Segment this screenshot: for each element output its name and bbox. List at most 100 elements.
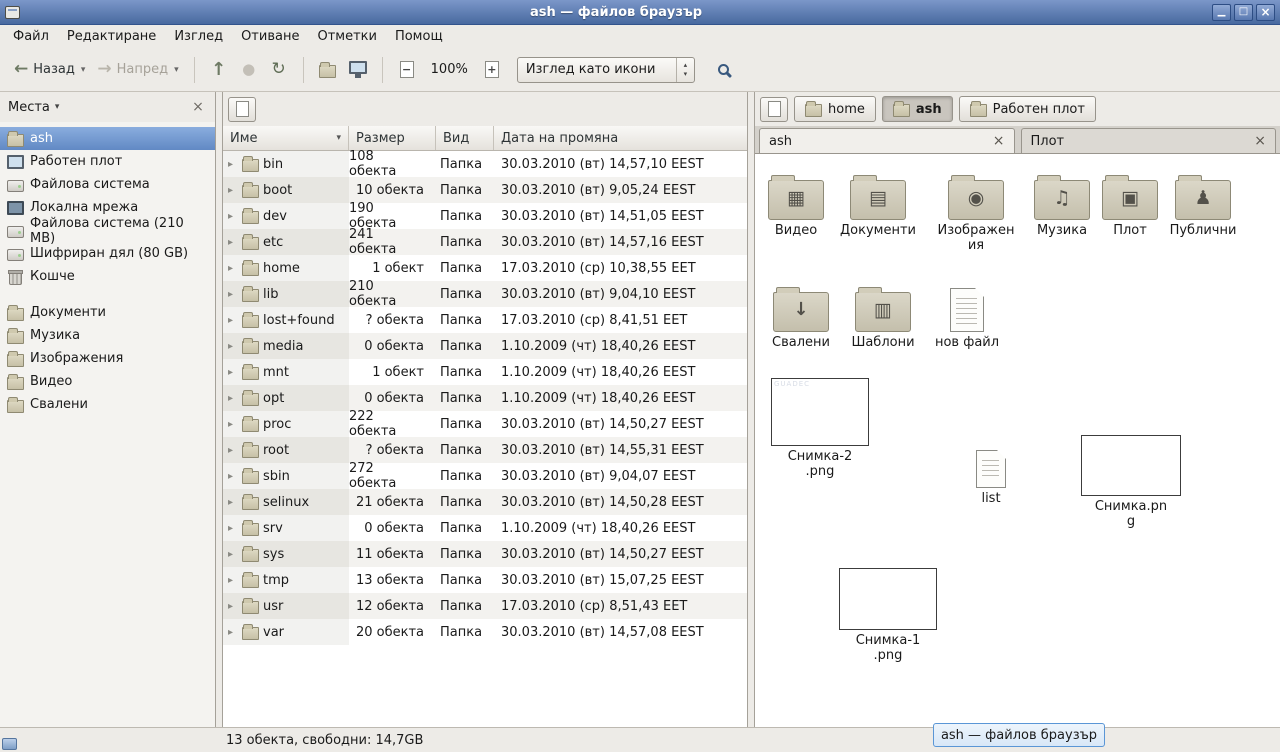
forward-button[interactable]: → Напред ▾	[91, 56, 184, 83]
table-row[interactable]: ▸ selinux 21 обекта Папка 30.03.2010 (вт…	[223, 489, 747, 515]
table-row[interactable]: ▸ bin 108 обекта Папка 30.03.2010 (вт) 1…	[223, 151, 747, 177]
reload-button[interactable]: ↻	[264, 55, 294, 85]
table-row[interactable]: ▸ opt 0 обекта Папка 1.10.2009 (чт) 18,4…	[223, 385, 747, 411]
expander-icon[interactable]: ▸	[228, 315, 238, 326]
column-header-type[interactable]: Вид	[436, 126, 494, 150]
table-row[interactable]: ▸ root ? обекта Папка 30.03.2010 (вт) 14…	[223, 437, 747, 463]
expander-icon[interactable]: ▸	[228, 211, 238, 222]
expander-icon[interactable]: ▸	[228, 341, 238, 352]
expander-icon[interactable]: ▸	[228, 367, 238, 378]
icon-item-downloads[interactable]: ↓ Свалени	[762, 284, 840, 351]
minimize-button[interactable]: ▁	[1212, 4, 1231, 21]
table-row[interactable]: ▸ dev 190 обекта Папка 30.03.2010 (вт) 1…	[223, 203, 747, 229]
icon-item-new-file[interactable]: нов файл	[928, 284, 1006, 351]
icon-item-list[interactable]: list	[952, 446, 1030, 507]
table-row[interactable]: ▸ sys 11 обекта Папка 30.03.2010 (вт) 14…	[223, 541, 747, 567]
back-dropdown-icon[interactable]: ▾	[81, 65, 86, 75]
menu-item[interactable]: Файл	[4, 26, 58, 47]
menu-item[interactable]: Отиване	[232, 26, 308, 47]
table-row[interactable]: ▸ var 20 обекта Папка 30.03.2010 (вт) 14…	[223, 619, 747, 645]
table-row[interactable]: ▸ tmp 13 обекта Папка 30.03.2010 (вт) 15…	[223, 567, 747, 593]
menu-item[interactable]: Редактиране	[58, 26, 165, 47]
breadcrumb-ash[interactable]: ash	[882, 96, 953, 122]
expander-icon[interactable]: ▸	[228, 263, 238, 274]
icon-item-pictures[interactable]: ◉ Изображения	[937, 172, 1015, 254]
view-mode-select[interactable]: Изглед като икони ▴ ▾	[517, 57, 695, 83]
sidebar-item[interactable]: Музика	[0, 324, 215, 347]
icon-item-desktop[interactable]: ▣ Плот	[1091, 172, 1169, 239]
table-row[interactable]: ▸ lib 210 обекта Папка 30.03.2010 (вт) 9…	[223, 281, 747, 307]
expander-icon[interactable]: ▸	[228, 575, 238, 586]
table-row[interactable]: ▸ mnt 1 обект Папка 1.10.2009 (чт) 18,40…	[223, 359, 747, 385]
sidebar-item[interactable]: Кошче	[0, 265, 215, 288]
expander-icon[interactable]: ▸	[228, 523, 238, 534]
icon-item-snimka1[interactable]: Снимка-1.png	[839, 568, 937, 664]
sidebar-item[interactable]: Документи	[0, 301, 215, 324]
table-row[interactable]: ▸ etc 241 обекта Папка 30.03.2010 (вт) 1…	[223, 229, 747, 255]
expander-icon[interactable]: ▸	[228, 159, 238, 170]
sidebar-item[interactable]: ash	[0, 127, 215, 150]
search-button[interactable]	[709, 55, 739, 85]
sidebar-dropdown-icon[interactable]: ▾	[55, 102, 60, 112]
icon-item-video[interactable]: ▦ Видео	[757, 172, 835, 239]
table-row[interactable]: ▸ media 0 обекта Папка 1.10.2009 (чт) 18…	[223, 333, 747, 359]
taskbar-window-button[interactable]: ash — файлов браузър	[933, 723, 1105, 747]
expander-icon[interactable]: ▸	[228, 497, 238, 508]
table-row[interactable]: ▸ home 1 обект Папка 17.03.2010 (ср) 10,…	[223, 255, 747, 281]
sidebar-item[interactable]: Изображения	[0, 347, 215, 370]
zoom-in-button[interactable]: +	[477, 55, 507, 85]
combo-arrows-icon[interactable]: ▴ ▾	[676, 58, 694, 82]
table-row[interactable]: ▸ srv 0 обекта Папка 1.10.2009 (чт) 18,4…	[223, 515, 747, 541]
expander-icon[interactable]: ▸	[228, 237, 238, 248]
location-button[interactable]	[228, 97, 256, 122]
column-header-name[interactable]: Име ▾	[223, 126, 349, 150]
tab-close-icon[interactable]: ×	[1254, 133, 1266, 149]
breadcrumb-home[interactable]: home	[794, 96, 876, 122]
sidebar-item[interactable]: Шифриран дял (80 GB)	[0, 242, 215, 265]
location-button[interactable]	[760, 97, 788, 122]
column-header-size[interactable]: Размер	[349, 126, 436, 150]
table-row[interactable]: ▸ sbin 272 обекта Папка 30.03.2010 (вт) …	[223, 463, 747, 489]
expander-icon[interactable]: ▸	[228, 471, 238, 482]
window-titlebar[interactable]: ash — файлов браузър ▁ □ ×	[0, 0, 1280, 25]
menu-item[interactable]: Отметки	[308, 26, 385, 47]
tab-plot[interactable]: Плот ×	[1021, 128, 1277, 153]
expander-icon[interactable]: ▸	[228, 549, 238, 560]
sidebar-item[interactable]: Видео	[0, 370, 215, 393]
icon-item-snimka2[interactable]: GUADEC Снимка-2.png	[771, 378, 869, 480]
close-button[interactable]: ×	[1256, 4, 1275, 21]
expander-icon[interactable]: ▸	[228, 393, 238, 404]
maximize-button[interactable]: □	[1234, 4, 1253, 21]
table-row[interactable]: ▸ boot 10 обекта Папка 30.03.2010 (вт) 9…	[223, 177, 747, 203]
zoom-out-button[interactable]: −	[392, 55, 422, 85]
back-button[interactable]: ← Назад ▾	[8, 56, 91, 83]
tab-close-icon[interactable]: ×	[993, 133, 1005, 149]
icon-item-music[interactable]: ♫ Музика	[1023, 172, 1101, 239]
computer-button[interactable]	[343, 55, 373, 85]
icon-item-documents[interactable]: ▤ Документи	[839, 172, 917, 239]
sidebar-title[interactable]: Места	[8, 100, 50, 115]
menu-item[interactable]: Помощ	[386, 26, 452, 47]
menu-item[interactable]: Изглед	[165, 26, 232, 47]
icon-item-snimka[interactable]: GNOME Store Снимка.png	[1081, 435, 1181, 530]
expander-icon[interactable]: ▸	[228, 419, 238, 430]
expander-icon[interactable]: ▸	[228, 601, 238, 612]
icon-item-public[interactable]: ♟ Публични	[1164, 172, 1242, 239]
icon-view[interactable]: ▦ Видео ▤ Документи ◉ Изображения ♫ Музи…	[755, 154, 1280, 727]
stop-button[interactable]: ●	[234, 55, 264, 85]
icon-item-templates[interactable]: ▥ Шаблони	[844, 284, 922, 351]
expander-icon[interactable]: ▸	[228, 289, 238, 300]
sidebar-item[interactable]: Файлова система	[0, 173, 215, 196]
home-button[interactable]	[313, 55, 343, 85]
sidebar-item[interactable]: Работен плот	[0, 150, 215, 173]
table-row[interactable]: ▸ proc 222 обекта Папка 30.03.2010 (вт) …	[223, 411, 747, 437]
expander-icon[interactable]: ▸	[228, 185, 238, 196]
table-row[interactable]: ▸ lost+found ? обекта Папка 17.03.2010 (…	[223, 307, 747, 333]
sidebar-close-icon[interactable]: ×	[189, 99, 207, 115]
table-row[interactable]: ▸ usr 12 обекта Папка 17.03.2010 (ср) 8,…	[223, 593, 747, 619]
sidebar-item[interactable]: Свалени	[0, 393, 215, 416]
expander-icon[interactable]: ▸	[228, 627, 238, 638]
tab-ash[interactable]: ash ×	[759, 128, 1015, 153]
up-button[interactable]: ↑	[204, 55, 234, 85]
expander-icon[interactable]: ▸	[228, 445, 238, 456]
